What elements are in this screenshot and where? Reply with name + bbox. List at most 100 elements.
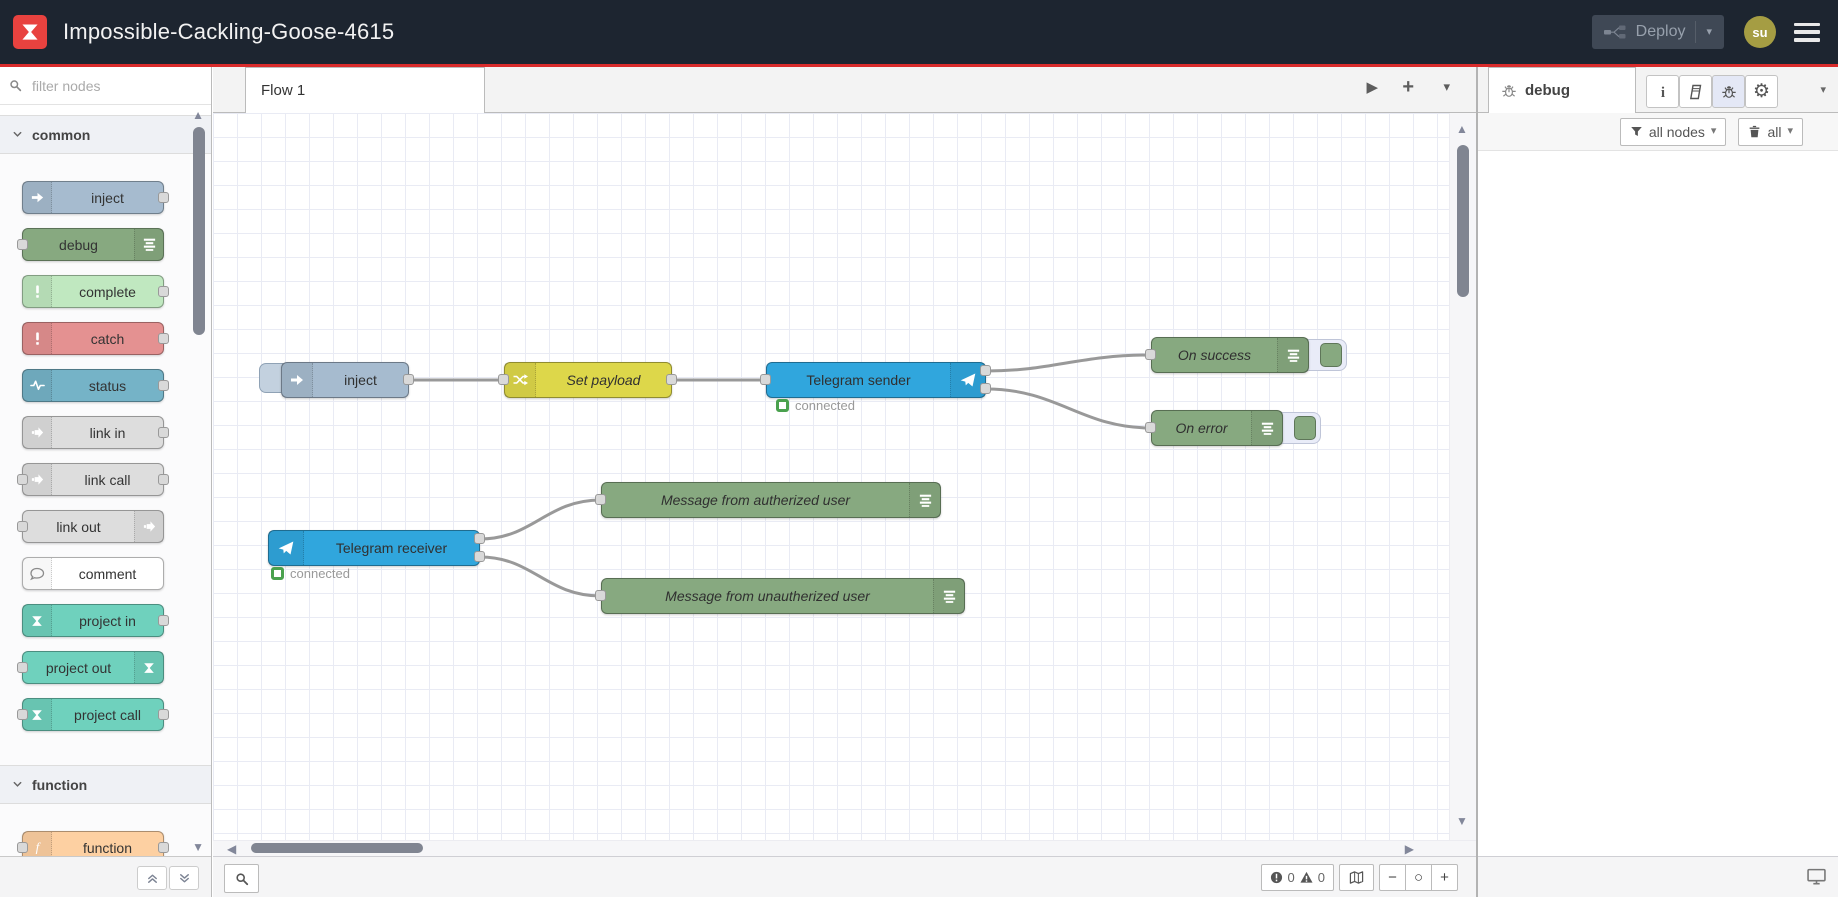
palette-node-inject[interactable]: inject xyxy=(22,181,169,214)
add-flow-button[interactable]: + xyxy=(1402,77,1414,97)
wire[interactable] xyxy=(478,555,603,598)
palette-node-project-in[interactable]: project in xyxy=(22,604,169,637)
port[interactable] xyxy=(158,615,169,626)
warning-icon xyxy=(1300,871,1313,884)
open-flow-list-icon[interactable]: ▶ xyxy=(1366,80,1378,95)
zoom-reset-button[interactable]: ○ xyxy=(1406,864,1432,891)
sidebar-tab-info-button[interactable] xyxy=(1646,75,1679,108)
tab-debug[interactable]: debug xyxy=(1488,67,1636,113)
wire[interactable] xyxy=(478,498,603,541)
port[interactable] xyxy=(595,590,606,601)
flow-tab-label: Flow 1 xyxy=(261,82,306,99)
navigator-map-button[interactable] xyxy=(1339,864,1374,891)
collapse-categories-button[interactable] xyxy=(137,866,167,890)
palette-node-status[interactable]: status xyxy=(22,369,169,402)
flow-node-telegram-sender[interactable]: Telegram sender xyxy=(766,362,986,398)
port[interactable] xyxy=(17,239,28,250)
port[interactable] xyxy=(17,709,28,720)
zoom-in-button[interactable]: + xyxy=(1432,864,1458,891)
flow-menu-caret-icon[interactable]: ▾ xyxy=(1443,80,1450,93)
status-connected-icon xyxy=(271,567,284,580)
workspace: Flow 1 ▶ + ▾ inject Set payload Telegram… xyxy=(213,67,1476,897)
canvas-search-button[interactable] xyxy=(224,864,259,893)
port[interactable] xyxy=(17,662,28,673)
sidebar-tab-help-button[interactable] xyxy=(1679,75,1712,108)
deploy-caret-icon[interactable]: ▾ xyxy=(1706,26,1712,38)
port[interactable] xyxy=(158,709,169,720)
palette-category-common[interactable]: common xyxy=(0,115,211,154)
port[interactable] xyxy=(17,521,28,532)
flow-node-msg-unauthorized[interactable]: Message from unautherized user xyxy=(601,578,965,614)
port[interactable] xyxy=(1145,422,1156,433)
notification-counts[interactable]: 0 0 xyxy=(1260,864,1334,891)
palette-node-catch[interactable]: catch xyxy=(22,322,169,355)
flow-node-on-error[interactable]: On error xyxy=(1151,410,1283,446)
error-count: 0 xyxy=(1287,870,1295,885)
main-menu-button[interactable] xyxy=(1794,22,1820,42)
port[interactable] xyxy=(17,474,28,485)
port[interactable] xyxy=(158,474,169,485)
port[interactable] xyxy=(158,842,169,853)
port[interactable] xyxy=(17,842,28,853)
palette-footer xyxy=(0,856,211,897)
port[interactable] xyxy=(980,383,991,394)
port[interactable] xyxy=(474,533,485,544)
zoom-out-button[interactable]: − xyxy=(1379,864,1406,891)
port[interactable] xyxy=(158,380,169,391)
port[interactable] xyxy=(1145,349,1156,360)
palette-node-complete[interactable]: complete xyxy=(22,275,169,308)
port[interactable] xyxy=(403,374,414,385)
debug-filter-dropdown[interactable]: all nodes ▾ xyxy=(1619,117,1727,146)
deploy-separator xyxy=(1695,21,1697,43)
palette-scroll-up-icon[interactable]: ▲ xyxy=(192,109,204,121)
palette-search-input[interactable] xyxy=(30,76,194,95)
node-label: catch xyxy=(90,330,125,347)
exclamation-icon xyxy=(23,276,52,307)
flow-node-on-success[interactable]: On success xyxy=(1151,337,1309,373)
flow-node-msg-authorized[interactable]: Message from autherized user xyxy=(601,482,941,518)
flow-node-telegram-receiver[interactable]: Telegram receiver xyxy=(268,530,480,566)
palette-node-comment[interactable]: comment xyxy=(22,557,164,590)
deploy-button[interactable]: Deploy ▾ xyxy=(1591,15,1724,49)
event-log-button[interactable] xyxy=(1807,868,1826,890)
palette-node-project-call[interactable]: project call xyxy=(17,698,169,731)
palette-node-link-call[interactable]: link call xyxy=(17,463,169,496)
flow-node-inject[interactable]: inject xyxy=(281,362,409,398)
sidebar-menu-caret-icon[interactable]: ▾ xyxy=(1820,85,1826,96)
flow-canvas[interactable]: inject Set payload Telegram sender conne… xyxy=(213,113,1476,856)
palette-scrollbar-thumb[interactable] xyxy=(193,127,205,335)
wire[interactable] xyxy=(984,353,1153,373)
port[interactable] xyxy=(158,427,169,438)
node-label: inject xyxy=(91,189,124,206)
canvas-footer-controls: 0 0 − ○ + xyxy=(1260,864,1458,891)
port[interactable] xyxy=(760,374,771,385)
expand-categories-button[interactable] xyxy=(169,866,199,890)
node-label: Telegram receiver xyxy=(335,540,448,556)
port[interactable] xyxy=(474,551,485,562)
port[interactable] xyxy=(980,365,991,376)
palette-node-link-in[interactable]: link in xyxy=(22,416,169,449)
port[interactable] xyxy=(498,374,509,385)
flow-node-set-payload[interactable]: Set payload xyxy=(504,362,672,398)
debug-clear-dropdown[interactable]: all ▾ xyxy=(1738,117,1803,146)
port[interactable] xyxy=(158,286,169,297)
status-connected-icon xyxy=(776,399,789,412)
node-label: On error xyxy=(1175,420,1228,436)
palette-node-link-out[interactable]: link out xyxy=(17,510,164,543)
tab-flow-1[interactable]: Flow 1 xyxy=(245,67,485,113)
debug-message-list[interactable] xyxy=(1478,151,1838,856)
sidebar-tab-config-button[interactable]: ⚙ xyxy=(1745,75,1778,108)
port[interactable] xyxy=(158,192,169,203)
book-icon xyxy=(1688,84,1704,100)
sidebar-tab-debug-button[interactable] xyxy=(1712,75,1745,108)
palette-scroll-down-icon[interactable]: ▼ xyxy=(192,841,204,853)
port[interactable] xyxy=(158,333,169,344)
palette-node-debug[interactable]: debug xyxy=(17,228,164,261)
palette-category-function[interactable]: function xyxy=(0,765,211,804)
wire[interactable] xyxy=(984,387,1153,430)
port[interactable] xyxy=(595,494,606,505)
palette-sidebar: common inject debug complete catch xyxy=(0,67,212,897)
user-avatar[interactable]: su xyxy=(1744,16,1776,48)
palette-node-project-out[interactable]: project out xyxy=(17,651,164,684)
port[interactable] xyxy=(666,374,677,385)
